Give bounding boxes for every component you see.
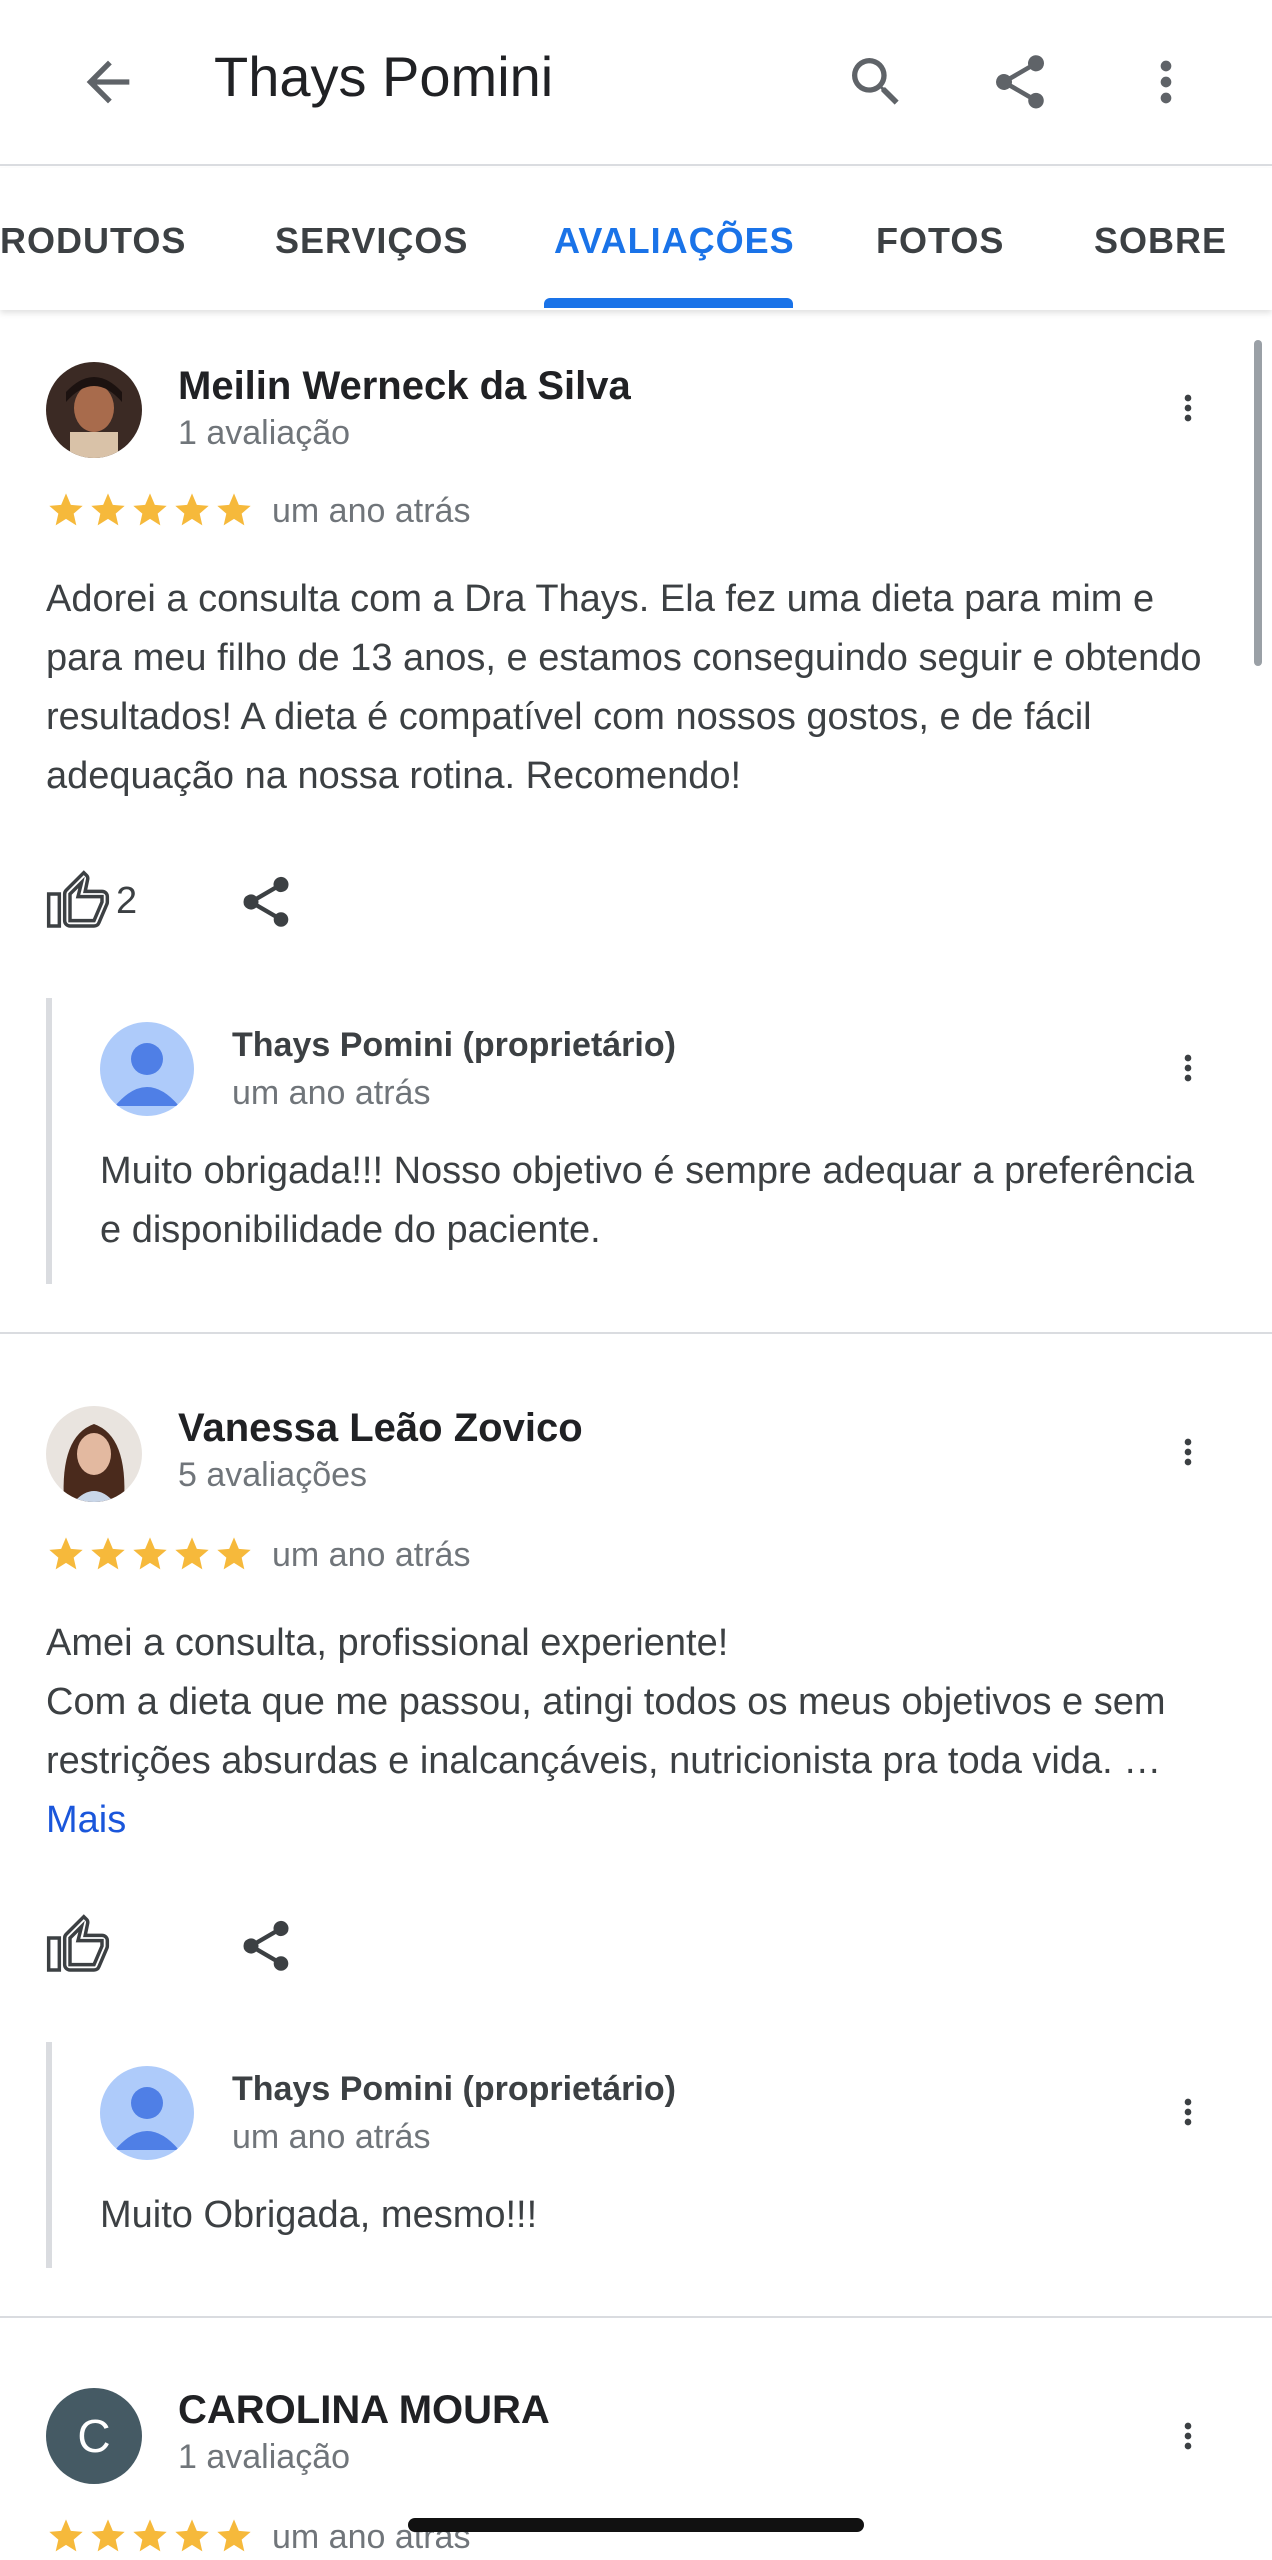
more-vert-icon[interactable] [1168,2404,1208,2468]
avatar [100,1022,194,1116]
star-icon [49,1537,83,1570]
share-icon[interactable] [988,46,1052,118]
share-icon[interactable] [236,870,296,934]
tab-sobre[interactable]: SOBRE [1094,220,1227,262]
reply-divider [46,2042,52,2268]
app-bar: Thays Pomini [0,0,1272,166]
search-icon[interactable] [844,46,908,118]
star-icon [175,1537,209,1570]
home-indicator[interactable] [408,2518,864,2532]
reply-author: Thays Pomini (proprietário) [232,1026,676,1064]
reply-date: um ano atrás [232,2118,431,2156]
back-arrow-icon[interactable] [76,50,140,114]
review-count: 1 avaliação [178,414,351,452]
reply-date: um ano atrás [232,1074,431,1112]
tab-fotos[interactable]: FOTOS [876,220,1004,262]
reply-text: Muito Obrigada, mesmo!!! [100,2194,538,2236]
reply-divider [46,998,52,1284]
reviewer-name[interactable]: Meilin Werneck da Silva [178,364,631,409]
avatar[interactable] [46,1406,142,1502]
like-count: 2 [116,880,138,922]
avatar[interactable]: C [46,2388,142,2484]
review-text: Amei a consulta, profissional experiente… [46,1614,1236,1850]
review-date: um ano atrás [272,1536,471,1574]
thumbs-up-icon[interactable] [46,870,110,934]
star-rating [46,490,254,534]
review-count: 1 avaliação [178,2438,351,2476]
star-icon [49,2519,83,2552]
avatar [100,2066,194,2160]
more-vert-icon[interactable] [1168,2080,1208,2144]
star-icon [175,2519,209,2552]
review-text: Adorei a consulta com a Dra Thays. Ela f… [46,578,1202,797]
tab-produtos[interactable]: RODUTOS [0,220,186,262]
avatar[interactable] [46,362,142,458]
more-link[interactable]: Mais [46,1799,126,1841]
star-icon [217,1537,251,1570]
star-icon [133,493,167,526]
page-title: Thays Pomini [214,45,554,108]
tab-bar: RODUTOS SERVIÇOS AVALIAÇÕES FOTOS SOBRE [0,168,1272,310]
star-icon [217,493,251,526]
thumbs-up-icon[interactable] [46,1914,110,1978]
star-icon [133,1537,167,1570]
more-vert-icon[interactable] [1168,376,1208,440]
review-text-line: Amei a consulta, profissional experiente… [46,1622,729,1664]
star-icon [217,2519,251,2552]
star-icon [49,493,83,526]
star-rating [46,1534,254,1578]
reviewer-name[interactable]: Vanessa Leão Zovico [178,1406,583,1451]
more-vert-icon[interactable] [1168,1420,1208,1484]
more-vert-icon[interactable] [1168,1036,1208,1100]
more-vert-icon[interactable] [1134,46,1198,118]
review-date: um ano atrás [272,492,471,530]
reviewer-name[interactable]: CAROLINA MOURA [178,2388,550,2433]
tab-servicos[interactable]: SERVIÇOS [275,220,468,262]
active-tab-indicator [544,298,793,308]
reply-text: Muito obrigada!!! Nosso objetivo é sempr… [100,1150,1195,1251]
review-text-line: Com a dieta que me passou, atingi todos … [46,1681,1166,1782]
divider [0,1332,1272,1334]
star-rating [46,2516,254,2560]
star-icon [175,493,209,526]
tab-avaliacoes[interactable]: AVALIAÇÕES [554,220,795,262]
divider [0,2316,1272,2318]
star-icon [91,493,125,526]
share-icon[interactable] [236,1914,296,1978]
review-count: 5 avaliações [178,1456,368,1494]
star-icon [133,2519,167,2552]
star-icon [91,1537,125,1570]
scrollbar[interactable] [1254,340,1262,666]
star-icon [91,2519,125,2552]
reply-author: Thays Pomini (proprietário) [232,2070,676,2108]
